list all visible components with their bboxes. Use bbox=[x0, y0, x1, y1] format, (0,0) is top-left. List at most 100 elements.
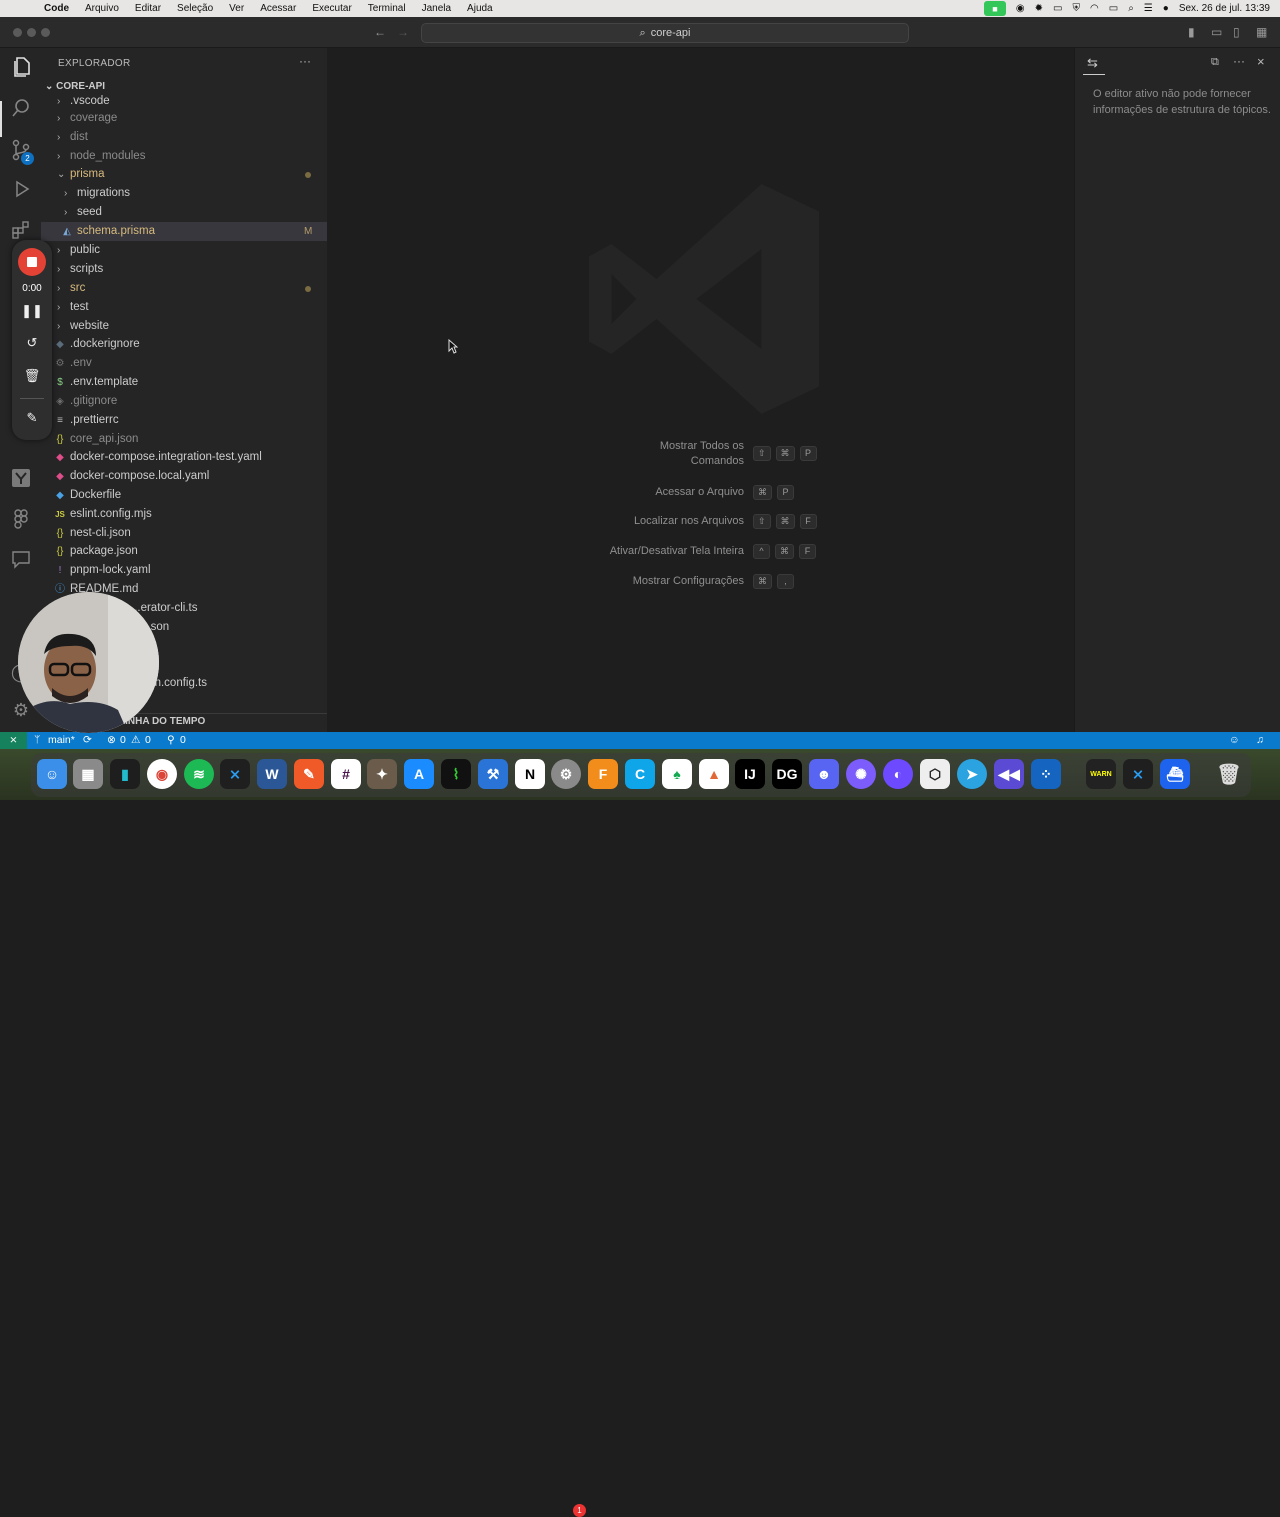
errors-icon[interactable]: ⊗ bbox=[107, 734, 116, 746]
tree-folder-scripts[interactable]: › scripts bbox=[41, 260, 327, 279]
tree-file-dockerfile[interactable]: ◆ Dockerfile bbox=[41, 486, 327, 505]
chrome-icon[interactable]: ◉ bbox=[147, 759, 177, 789]
menu-item-ajuda[interactable]: Ajuda bbox=[459, 3, 501, 14]
restart-icon[interactable]: ↺ bbox=[12, 335, 52, 351]
matlab-icon[interactable]: ▲ bbox=[699, 759, 729, 789]
tree-file-dockerignore[interactable]: ◆ .dockerignore bbox=[41, 335, 327, 354]
vpn-icon[interactable]: ⛨ bbox=[1073, 3, 1081, 14]
tree-folder-test[interactable]: › test bbox=[41, 298, 327, 317]
siri-icon[interactable]: ● bbox=[1163, 3, 1169, 14]
tree-file-docker-compose-local[interactable]: ◆ docker-compose.local.yaml bbox=[41, 467, 327, 486]
menu-datetime[interactable]: Sex. 26 de jul. 13:39 bbox=[1179, 3, 1270, 14]
tree-file-env[interactable]: ⚙ .env bbox=[41, 354, 327, 373]
branch-name[interactable]: main* bbox=[48, 734, 75, 746]
notion-icon[interactable]: N bbox=[515, 759, 545, 789]
console-icon[interactable]: WARN bbox=[1086, 759, 1116, 789]
settings-flower-icon[interactable]: ✺ bbox=[846, 759, 876, 789]
tree-file-package-json[interactable]: {} package.json bbox=[41, 542, 327, 561]
copy-icon[interactable]: ⧉ bbox=[1211, 56, 1219, 69]
finder-icon[interactable]: ☺ bbox=[37, 759, 67, 789]
rewind-icon[interactable]: ◀◀ bbox=[994, 759, 1024, 789]
brightness-icon[interactable]: ✹ bbox=[1035, 3, 1043, 14]
tree-folder-dist[interactable]: › dist bbox=[41, 128, 327, 147]
menu-item-executar[interactable]: Executar bbox=[304, 3, 359, 14]
menu-item-terminal[interactable]: Terminal bbox=[360, 3, 414, 14]
tree-file-pnpm-lock[interactable]: ! pnpm-lock.yaml bbox=[41, 561, 327, 580]
vscode-icon[interactable]: ⨯ bbox=[220, 759, 250, 789]
pencil-app-icon[interactable]: ✎ bbox=[294, 759, 324, 789]
tree-folder-seed[interactable]: › seed bbox=[41, 203, 327, 222]
remote-explorer-icon[interactable] bbox=[9, 468, 33, 492]
menu-item-selecao[interactable]: Seleção bbox=[169, 3, 221, 14]
pause-icon[interactable]: ❚❚ bbox=[12, 303, 52, 319]
menu-item-janela[interactable]: Janela bbox=[414, 3, 459, 14]
tree-file-env-template[interactable]: $ .env.template bbox=[41, 373, 327, 392]
menu-item-ver[interactable]: Ver bbox=[221, 3, 252, 14]
battery-icon[interactable]: ▭ bbox=[1109, 3, 1118, 14]
errors-count[interactable]: 0 bbox=[120, 734, 126, 746]
app-store-icon[interactable]: A bbox=[404, 759, 434, 789]
tree-file-docker-compose-integration[interactable]: ◆ docker-compose.integration-test.yaml bbox=[41, 448, 327, 467]
more-actions-icon[interactable]: ··· bbox=[299, 54, 311, 68]
unity-icon[interactable]: ⬡ bbox=[920, 759, 950, 789]
remote-indicator-icon[interactable]: ⨯ bbox=[0, 732, 27, 749]
delete-icon[interactable]: 🗑 bbox=[12, 368, 52, 384]
system-settings-icon[interactable]: ⚙ bbox=[551, 759, 581, 789]
tree-file-eslint-config[interactable]: JS eslint.config.mjs bbox=[41, 505, 327, 524]
figma-icon[interactable] bbox=[9, 509, 33, 533]
pen-icon[interactable]: ✎ bbox=[12, 410, 52, 426]
menu-app-name[interactable]: Code bbox=[36, 3, 77, 14]
vscode-icon[interactable]: ⨯ bbox=[1123, 759, 1153, 789]
tree-folder-public[interactable]: › public bbox=[41, 241, 327, 260]
more-actions-icon[interactable]: ··· bbox=[1233, 54, 1245, 68]
trash-icon[interactable]: 🗑 bbox=[1214, 759, 1244, 789]
cursor-app-icon[interactable]: C bbox=[625, 759, 655, 789]
tree-file-core-api-json[interactable]: {} core_api.json bbox=[41, 430, 327, 449]
slack-icon[interactable]: # bbox=[331, 759, 361, 789]
xcode-tools-icon[interactable]: ⚒ bbox=[478, 759, 508, 789]
search-activity-icon[interactable] bbox=[9, 98, 33, 122]
menu-item-acessar[interactable]: Acessar bbox=[252, 3, 304, 14]
spotify-icon[interactable]: ≋ bbox=[184, 759, 214, 789]
tree-file-schema-prisma[interactable]: ◭ schema.prisma M bbox=[41, 222, 327, 241]
customize-layout-icon[interactable]: ▦ bbox=[1256, 25, 1267, 39]
telegram-icon[interactable]: ➤ bbox=[957, 759, 987, 789]
control-center-icon[interactable]: ☰ bbox=[1144, 3, 1153, 14]
network-icon[interactable]: ⁘ bbox=[1031, 759, 1061, 789]
close-window-button[interactable] bbox=[13, 28, 22, 37]
fusion-360-icon[interactable]: F bbox=[588, 759, 618, 789]
screen-record-icon[interactable]: ◉ bbox=[1016, 3, 1025, 14]
activity-monitor-icon[interactable]: ⌇ bbox=[441, 759, 471, 789]
toggle-primary-sidebar-icon[interactable]: ▮ bbox=[1188, 25, 1195, 39]
copilot-icon[interactable]: ☺ bbox=[1229, 734, 1240, 746]
word-icon[interactable]: W bbox=[257, 759, 287, 789]
ports-count[interactable]: 0 bbox=[180, 734, 186, 746]
gimp-icon[interactable]: ✦ bbox=[367, 759, 397, 789]
outline-view-icon[interactable]: ⇆ bbox=[1087, 55, 1098, 71]
forward-arrow-icon[interactable]: → bbox=[397, 25, 409, 39]
workspace-root[interactable]: ⌄ CORE-API bbox=[45, 81, 105, 92]
minimize-window-button[interactable] bbox=[27, 28, 36, 37]
mongodb-icon[interactable]: ♠ bbox=[662, 759, 692, 789]
menu-item-editar[interactable]: Editar bbox=[127, 3, 169, 14]
chat-icon[interactable] bbox=[9, 549, 33, 573]
tree-folder-src[interactable]: › src bbox=[41, 279, 327, 298]
toggle-secondary-sidebar-icon[interactable]: ▯ bbox=[1233, 25, 1240, 39]
tree-file-prettierrc[interactable]: ≡ .prettierrc bbox=[41, 411, 327, 430]
editor-area[interactable]: Mostrar Todos os Comandos ⇧ ⌘ P Acessar o… bbox=[327, 48, 1074, 732]
intellij-icon[interactable]: IJ bbox=[735, 759, 765, 789]
stop-recording-button[interactable] bbox=[18, 248, 46, 276]
close-icon[interactable]: × bbox=[1257, 54, 1265, 69]
docker-icon[interactable]: ⛴ bbox=[1160, 759, 1190, 789]
camera-in-use-icon[interactable]: ■ bbox=[983, 1, 1006, 16]
tree-folder-migrations[interactable]: › migrations bbox=[41, 184, 327, 203]
tree-file-gitignore[interactable]: ◈ .gitignore bbox=[41, 392, 327, 411]
back-arrow-icon[interactable]: ← bbox=[374, 25, 386, 39]
run-debug-icon[interactable] bbox=[9, 179, 33, 203]
command-center-search[interactable]: ⌕ core-api bbox=[421, 23, 909, 43]
photos-app-icon[interactable]: ▮ bbox=[110, 759, 140, 789]
tree-folder-node-modules[interactable]: › node_modules bbox=[41, 147, 327, 166]
explorer-icon[interactable] bbox=[9, 56, 33, 80]
tree-file-nest-cli-json[interactable]: {} nest-cli.json bbox=[41, 524, 327, 543]
spotlight-icon[interactable]: ⌕ bbox=[1128, 3, 1134, 14]
